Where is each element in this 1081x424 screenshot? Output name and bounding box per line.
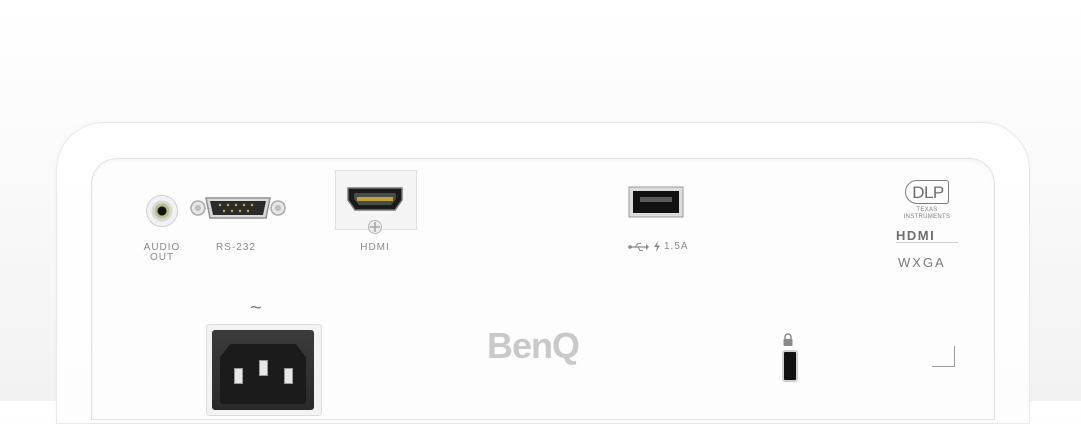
dlp-logo-subtext: TEXAS INSTRUMENTS: [903, 207, 951, 220]
kensington-lock-slot: [782, 350, 798, 382]
screw-icon: [368, 220, 382, 234]
usb-port: [628, 186, 684, 218]
usb-rating-group: 1.5A: [628, 241, 689, 252]
hdmi-label: HDMI: [360, 242, 390, 253]
rs232-port: [190, 197, 286, 219]
dlp-logo-text: DLP: [905, 180, 949, 204]
audio-out-port: [146, 195, 178, 227]
hdmi-logo-underline: [896, 242, 958, 243]
usb-icon: [628, 242, 649, 251]
lock-icon: [783, 333, 793, 346]
lightning-icon: [654, 241, 660, 252]
corner-marker: [932, 346, 955, 367]
power-pin-right: [284, 368, 293, 384]
rs232-label: RS-232: [216, 242, 256, 253]
power-pin-center: [259, 360, 268, 376]
power-pin-left: [234, 368, 243, 384]
hdmi-port: [347, 187, 403, 211]
dlp-logo: DLP TEXAS INSTRUMENTS: [896, 180, 958, 221]
power-socket: [220, 344, 306, 404]
ac-power-symbol: ~: [250, 297, 262, 319]
brand-logo: BenQ: [487, 325, 580, 366]
usb-rating-label: 1.5A: [664, 241, 689, 252]
audio-label-line2: OUT: [149, 252, 175, 263]
audio-out-label: AUDIO OUT: [138, 243, 186, 263]
hdmi-logo: HDMI: [896, 228, 936, 243]
wxga-logo: WXGA: [898, 255, 946, 270]
